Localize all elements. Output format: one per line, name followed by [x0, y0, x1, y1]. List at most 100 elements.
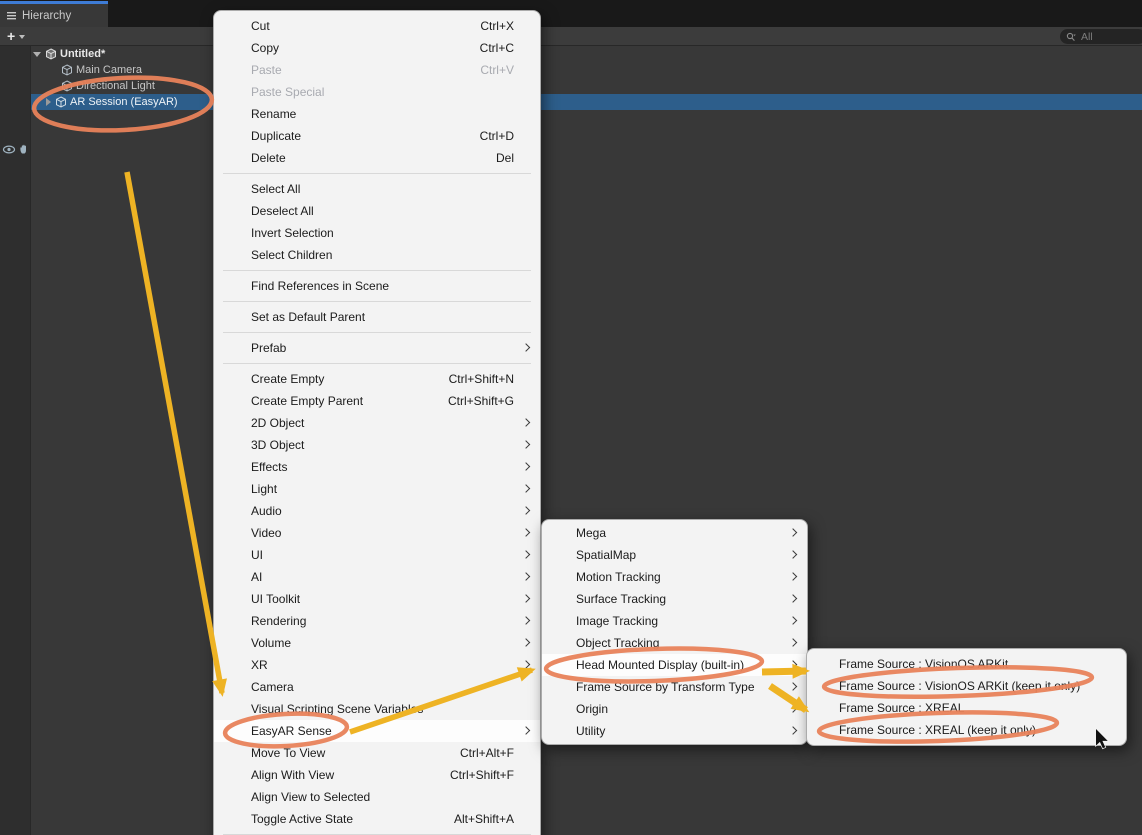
- tab-hierarchy[interactable]: Hierarchy: [0, 1, 108, 27]
- submenu-chevron-icon: [789, 638, 797, 646]
- context-menu: CutCtrl+XCopyCtrl+CPasteCtrl+VPaste Spec…: [213, 10, 541, 835]
- submenu-chevron-icon: [789, 726, 797, 734]
- menu-item-shortcut: Alt+Shift+A: [454, 812, 514, 826]
- menu-item-head-mounted-display-built-in[interactable]: Head Mounted Display (built-in): [542, 654, 807, 676]
- visibility-gutter: [0, 46, 31, 835]
- menu-item-paste[interactable]: PasteCtrl+V: [214, 59, 540, 81]
- menu-item-frame-source-by-transform-type[interactable]: Frame Source by Transform Type: [542, 676, 807, 698]
- menu-item-label: Surface Tracking: [576, 592, 666, 606]
- menu-item-frame-source-xreal[interactable]: Frame Source : XREAL: [807, 697, 1126, 719]
- menu-item-volume[interactable]: Volume: [214, 632, 540, 654]
- menu-item-visual-scripting-scene-variables[interactable]: Visual Scripting Scene Variables: [214, 698, 540, 720]
- menu-item-ai[interactable]: AI: [214, 566, 540, 588]
- scene-visibility-eye-icon[interactable]: [2, 144, 16, 155]
- menu-item-rename[interactable]: Rename: [214, 103, 540, 125]
- menu-item-motion-tracking[interactable]: Motion Tracking: [542, 566, 807, 588]
- submenu-chevron-icon: [522, 343, 530, 351]
- create-menu-button[interactable]: +: [7, 28, 25, 44]
- menu-item-delete[interactable]: DeleteDel: [214, 147, 540, 169]
- menu-item-label: Origin: [576, 702, 608, 716]
- menu-item-align-with-view[interactable]: Align With ViewCtrl+Shift+F: [214, 764, 540, 786]
- hierarchy-row-ar-session-easyar[interactable]: AR Session (EasyAR): [31, 94, 1142, 110]
- menu-item-copy[interactable]: CopyCtrl+C: [214, 37, 540, 59]
- hierarchy-row-directional-light[interactable]: Directional Light: [31, 78, 1142, 94]
- menu-item-label: Toggle Active State: [251, 812, 353, 826]
- menu-item-label: Audio: [251, 504, 282, 518]
- hierarchy-row-main-camera[interactable]: Main Camera: [31, 62, 1142, 78]
- menu-item-frame-source-visionos-arkit[interactable]: Frame Source : VisionOS ARKit: [807, 653, 1126, 675]
- menu-item-label: Create Empty Parent: [251, 394, 363, 408]
- menu-item-label: Video: [251, 526, 281, 540]
- search-icon: [1066, 32, 1078, 42]
- head-mounted-display-submenu: Frame Source : VisionOS ARKitFrame Sourc…: [806, 648, 1127, 746]
- menu-item-ui[interactable]: UI: [214, 544, 540, 566]
- menu-item-2d-object[interactable]: 2D Object: [214, 412, 540, 434]
- submenu-chevron-icon: [522, 594, 530, 602]
- scene-pickability-hand-icon[interactable]: [18, 143, 31, 155]
- collapsed-caret-icon[interactable]: [46, 98, 51, 106]
- panel-menu-icon: [7, 11, 17, 20]
- menu-item-prefab[interactable]: Prefab: [214, 337, 540, 359]
- menu-item-toggle-active-state[interactable]: Toggle Active State Alt+Shift+A: [214, 808, 540, 830]
- menu-item-spatialmap[interactable]: SpatialMap: [542, 544, 807, 566]
- menu-item-move-to-view[interactable]: Move To ViewCtrl+Alt+F: [214, 742, 540, 764]
- menu-item-object-tracking[interactable]: Object Tracking: [542, 632, 807, 654]
- menu-item-deselect-all[interactable]: Deselect All: [214, 200, 540, 222]
- menu-item-rendering[interactable]: Rendering: [214, 610, 540, 632]
- submenu-chevron-icon: [522, 616, 530, 624]
- menu-item-paste-special[interactable]: Paste Special: [214, 81, 540, 103]
- menu-item-label: Object Tracking: [576, 636, 659, 650]
- menu-item-label: Camera: [251, 680, 294, 694]
- menu-separator: [223, 173, 531, 174]
- menu-item-find-references-in-scene[interactable]: Find References in Scene: [214, 275, 540, 297]
- submenu-chevron-icon: [522, 726, 530, 734]
- menu-item-label: Delete: [251, 151, 286, 165]
- menu-item-surface-tracking[interactable]: Surface Tracking: [542, 588, 807, 610]
- menu-item-label: Align With View: [251, 768, 334, 782]
- menu-item-utility[interactable]: Utility: [542, 720, 807, 742]
- submenu-chevron-icon: [789, 616, 797, 624]
- menu-separator: [223, 301, 531, 302]
- menu-item-frame-source-xreal-keep-it-only[interactable]: Frame Source : XREAL (keep it only): [807, 719, 1126, 741]
- menu-item-create-empty-parent[interactable]: Create Empty ParentCtrl+Shift+G: [214, 390, 540, 412]
- easyar-sense-submenu: MegaSpatialMapMotion Tracking Surface Tra…: [541, 519, 808, 745]
- menu-item-label: Set as Default Parent: [251, 310, 365, 324]
- search-placeholder: All: [1081, 31, 1093, 43]
- menu-item-set-as-default-parent[interactable]: Set as Default Parent: [214, 306, 540, 328]
- menu-item-effects[interactable]: Effects: [214, 456, 540, 478]
- menu-item-label: Head Mounted Display (built-in): [576, 658, 744, 672]
- menu-separator: [223, 332, 531, 333]
- menu-item-invert-selection[interactable]: Invert Selection: [214, 222, 540, 244]
- menu-item-frame-source-visionos-arkit-keep-it-only[interactable]: Frame Source : VisionOS ARKit (keep it o…: [807, 675, 1126, 697]
- menu-item-xr[interactable]: XR: [214, 654, 540, 676]
- hierarchy-item-label: Untitled*: [60, 48, 105, 60]
- menu-item-cut[interactable]: CutCtrl+X: [214, 15, 540, 37]
- expand-caret-icon[interactable]: [33, 52, 41, 57]
- menu-item-audio[interactable]: Audio: [214, 500, 540, 522]
- hierarchy-item-label: AR Session (EasyAR): [70, 96, 178, 108]
- menu-item-light[interactable]: Light: [214, 478, 540, 500]
- menu-item-origin[interactable]: Origin: [542, 698, 807, 720]
- menu-item-ui-toolkit[interactable]: UI Toolkit: [214, 588, 540, 610]
- menu-item-label: Volume: [251, 636, 291, 650]
- tab-title: Hierarchy: [22, 10, 71, 22]
- menu-item-mega[interactable]: Mega: [542, 522, 807, 544]
- menu-item-easyar-sense[interactable]: EasyAR Sense: [214, 720, 540, 742]
- submenu-chevron-icon: [522, 528, 530, 536]
- menu-item-3d-object[interactable]: 3D Object: [214, 434, 540, 456]
- menu-item-video[interactable]: Video: [214, 522, 540, 544]
- submenu-chevron-icon: [789, 594, 797, 602]
- menu-item-create-empty[interactable]: Create EmptyCtrl+Shift+N: [214, 368, 540, 390]
- menu-item-select-all[interactable]: Select All: [214, 178, 540, 200]
- menu-item-label: Frame Source : XREAL: [839, 701, 964, 715]
- menu-item-select-children[interactable]: Select Children: [214, 244, 540, 266]
- menu-item-image-tracking[interactable]: Image Tracking: [542, 610, 807, 632]
- menu-item-label: UI Toolkit: [251, 592, 300, 606]
- hierarchy-item-label: Directional Light: [76, 80, 155, 92]
- menu-item-camera[interactable]: Camera: [214, 676, 540, 698]
- hierarchy-row-untitled[interactable]: Untitled*: [31, 46, 1142, 62]
- search-input[interactable]: All: [1060, 29, 1142, 44]
- menu-item-align-view-to-selected[interactable]: Align View to Selected: [214, 786, 540, 808]
- menu-item-label: 3D Object: [251, 438, 304, 452]
- menu-item-duplicate[interactable]: DuplicateCtrl+D: [214, 125, 540, 147]
